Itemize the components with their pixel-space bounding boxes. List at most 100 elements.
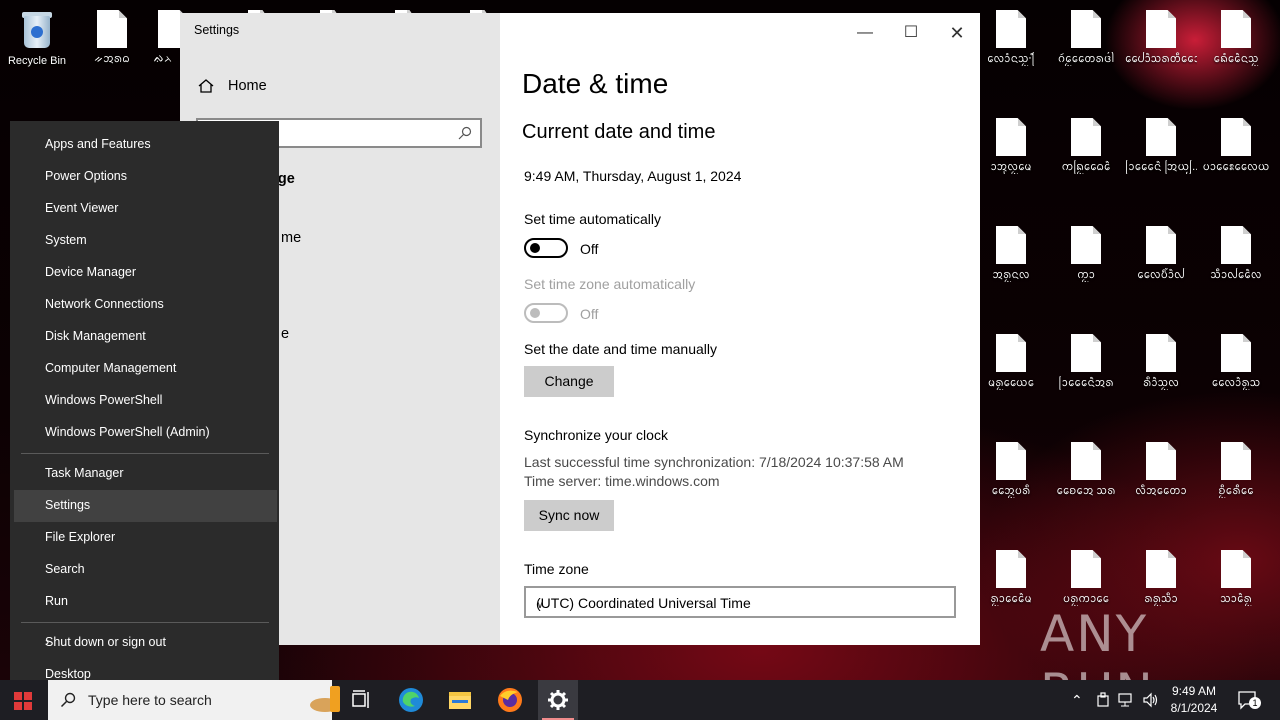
file-icon bbox=[1146, 226, 1176, 264]
menu-item-event-viewer[interactable]: Event Viewer bbox=[10, 193, 279, 225]
desktop-file-icon[interactable]: ᩁᩥᩣᩫᩈᩬᩃ bbox=[1125, 334, 1197, 390]
desktop-file-label: ᩁᩥᩣᩫᩈᩬᩃ bbox=[1143, 377, 1179, 389]
change-button[interactable]: Change bbox=[524, 366, 614, 397]
file-icon bbox=[1221, 550, 1251, 588]
menu-item-task-manager[interactable]: Task Manager bbox=[10, 458, 279, 490]
volume-icon[interactable] bbox=[1142, 692, 1160, 708]
timezone-select[interactable]: (UTC) Coordinated Universal Time ∨ bbox=[524, 586, 956, 618]
desktop-file-icon[interactable]: ᩃᩯᨷᩥᩴᩣᩫᩓ bbox=[1125, 226, 1197, 282]
desktop-file-icon[interactable]: ᨧᩯᩋᩮ ᩈᩁ bbox=[1050, 442, 1122, 498]
desktop-file-icon[interactable]: ᩈᩣᩮᩫᩁᩬ bbox=[1200, 550, 1272, 606]
settings-taskbar-button[interactable] bbox=[538, 680, 578, 720]
menu-item-label: File Explorer bbox=[45, 530, 116, 544]
desktop-file-icon[interactable]: ᨾᩁᩬᨿᩯᩮ bbox=[975, 334, 1047, 390]
desktop-file-icon[interactable]: ᨠᨦᩕᩬᨵᩯᩮᩫ bbox=[1050, 118, 1122, 174]
file-icon bbox=[1146, 334, 1176, 372]
task-view-icon[interactable] bbox=[348, 686, 376, 714]
desktop-file-icon[interactable]: ᨁᨂ bbox=[146, 10, 188, 66]
desktop-file-icon[interactable]: ᨠᩬᩣ bbox=[1050, 226, 1122, 282]
desktop-file-icon[interactable]: ᩃᩮᩴᩣᨶᩈᩬ·ᩕᩴ bbox=[975, 10, 1047, 66]
desktop-file-icon[interactable]: ᨣᩢᩮᩬᨲᩯᩁᨴᩤ bbox=[1050, 10, 1122, 66]
network-icon[interactable] bbox=[1118, 692, 1136, 708]
chevron-up-icon[interactable]: ⌃ bbox=[1071, 692, 1083, 709]
search-icon bbox=[458, 126, 472, 140]
notification-center-button[interactable]: 1 bbox=[1237, 689, 1261, 711]
desktop-file-icon[interactable]: ᨸᩯᩣᩫᩈᩁᨲᩥᩯᩣ bbox=[1125, 10, 1197, 66]
taskbar-clock[interactable]: 9:49 AM 8/1/2024 bbox=[1165, 683, 1223, 717]
menu-item-label: Windows PowerShell bbox=[45, 393, 163, 407]
set-tz-auto-toggle[interactable] bbox=[524, 303, 568, 323]
taskbar-search-placeholder: Type here to search bbox=[88, 692, 212, 708]
menu-item-windows-powershell-admin[interactable]: Windows PowerShell (Admin) bbox=[10, 417, 279, 449]
file-icon bbox=[1146, 10, 1176, 48]
menu-item-label: Network Connections bbox=[45, 297, 164, 311]
minimize-button[interactable]: — bbox=[850, 21, 880, 45]
time-server-text: Time server: time.windows.com bbox=[524, 473, 720, 489]
sync-now-button[interactable]: Sync now bbox=[524, 500, 614, 531]
recycle-bin-icon[interactable]: Recycle Bin bbox=[1, 10, 73, 68]
desktop-file-icon[interactable]: ᩈᩥᩣᩓᩯᩫᩃ bbox=[1200, 226, 1272, 282]
menu-item-settings[interactable]: Settings bbox=[14, 490, 277, 522]
desktop-file-icon[interactable]: ᩕᩣᩯᩮᨶᩫᩋᩁ bbox=[1050, 334, 1122, 390]
menu-separator bbox=[21, 453, 269, 454]
file-icon bbox=[1221, 118, 1251, 156]
last-sync-text: Last successful time synchronization: 7/… bbox=[524, 454, 904, 470]
desktop-file-icon[interactable]: ᩣᩋᩩᩃᩬᨾᩮ bbox=[975, 118, 1047, 174]
menu-item-label: Task Manager bbox=[45, 466, 124, 480]
desktop-file-icon[interactable]: ᩁᩬᩣᩯᩮᩫᨾ bbox=[975, 550, 1047, 606]
desktop-file-icon[interactable]: ᨷᩁᩬᨠᩣᩯ bbox=[1050, 550, 1122, 606]
menu-item-label: Computer Management bbox=[45, 361, 177, 375]
file-icon bbox=[1221, 226, 1251, 264]
desktop-file-icon[interactable]: ᩁᩁᩬᩈᩥᩣ bbox=[1125, 550, 1197, 606]
device-icon[interactable] bbox=[1096, 692, 1110, 708]
menu-item-windows-powershell[interactable]: Windows PowerShell bbox=[10, 385, 279, 417]
menu-item-computer-management[interactable]: Computer Management bbox=[10, 353, 279, 385]
set-tz-auto-label: Set time zone automatically bbox=[524, 276, 696, 292]
sidebar-item-datetime[interactable]: me bbox=[281, 230, 301, 246]
desktop-file-icon[interactable]: ᨧᩥᩬᩁᩮᩥᩯ bbox=[1200, 442, 1272, 498]
start-icon[interactable] bbox=[14, 692, 32, 710]
sidebar-item-speech[interactable]: e bbox=[281, 326, 289, 342]
edge-icon[interactable] bbox=[397, 686, 425, 714]
menu-item-disk-management[interactable]: Disk Management bbox=[10, 321, 279, 353]
desktop-file-label: ᨷᩣᩯᩡᩃᩯᨿ bbox=[1202, 161, 1270, 173]
file-icon bbox=[996, 226, 1026, 264]
desktop-file-icon[interactable]: ᩕᩣᩯᩮᨶᩫ ᩒᨿᩭ... bbox=[1125, 118, 1197, 174]
file-icon bbox=[1071, 442, 1101, 480]
file-explorer-icon[interactable] bbox=[446, 686, 474, 714]
maximize-button[interactable]: ☐ bbox=[896, 21, 926, 45]
close-button[interactable]: ✕ bbox=[942, 21, 972, 45]
menu-item-device-manager[interactable]: Device Manager bbox=[10, 257, 279, 289]
desktop-file-label: ᨧᩯᩋᩮ ᩈᩁ bbox=[1056, 485, 1116, 497]
menu-item-label: Run bbox=[45, 594, 68, 608]
desktop-file-icon[interactable]: ᨦᩮᩴᩯᩫᨶᩈᩬ bbox=[1200, 10, 1272, 66]
desktop-file-label: ᨁᨂ bbox=[153, 53, 173, 65]
menu-item-file-explorer[interactable]: File Explorer bbox=[10, 522, 279, 554]
desktop-file-label: ᩃᩥᩋᨲᩯᩣ bbox=[1135, 485, 1187, 497]
taskbar-search-box[interactable]: Type here to search bbox=[48, 680, 340, 720]
desktop-file-label: ᩣᩋᩩᩃᩬᨾᩮ bbox=[990, 161, 1032, 173]
home-link[interactable]: Home bbox=[228, 78, 267, 94]
desktop-file-icon[interactable]: ᨷᩣᩯᩡᩃᩯᨿ bbox=[1200, 118, 1272, 174]
set-time-auto-state: Off bbox=[580, 241, 599, 257]
menu-item-run[interactable]: Run bbox=[10, 586, 279, 618]
notification-badge: 1 bbox=[1249, 697, 1261, 709]
menu-item-label: Power Options bbox=[45, 169, 127, 183]
desktop-file-icon[interactable]: ᩃᩯᩣᩫᩁᩬᩈ bbox=[1200, 334, 1272, 390]
menu-item-power-options[interactable]: Power Options bbox=[10, 161, 279, 193]
desktop-file-icon[interactable]: ᩃᩥᩋᨲᩯᩣ bbox=[1125, 442, 1197, 498]
menu-item-apps-and-features[interactable]: Apps and Features bbox=[10, 129, 279, 161]
menu-item-system[interactable]: System bbox=[10, 225, 279, 257]
clock-date: 8/1/2024 bbox=[1170, 701, 1218, 715]
firefox-icon[interactable] bbox=[496, 686, 524, 714]
menu-item-label: Settings bbox=[45, 498, 91, 512]
set-time-auto-toggle[interactable] bbox=[524, 238, 568, 258]
desktop-file-icon[interactable]: ᩋᩯᩬᨷᩁᩥ bbox=[975, 442, 1047, 498]
desktop-file-icon[interactable]: ᨀᩋᩁᨵ bbox=[76, 10, 148, 66]
menu-item-shut-down-or-sign-out[interactable]: Shut down or sign out › bbox=[10, 627, 279, 659]
menu-item-search[interactable]: Search bbox=[10, 554, 279, 586]
menu-item-network-connections[interactable]: Network Connections bbox=[10, 289, 279, 321]
desktop-file-icon[interactable]: ᩋᩁᩬᨶᩃ bbox=[975, 226, 1047, 282]
current-datetime: 9:49 AM, Thursday, August 1, 2024 bbox=[524, 168, 742, 184]
menu-item-label: Event Viewer bbox=[45, 201, 119, 215]
